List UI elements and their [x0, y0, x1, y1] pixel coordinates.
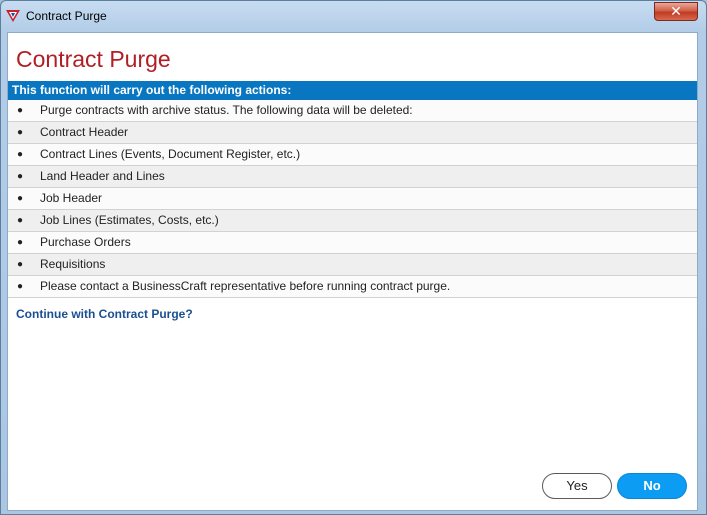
title-bar[interactable]: Contract Purge ✕	[1, 1, 706, 31]
list-item-text: Purchase Orders	[40, 235, 131, 249]
window-title: Contract Purge	[26, 9, 107, 23]
bullet-icon: ●	[17, 259, 24, 270]
bullet-icon: ●	[17, 215, 24, 226]
list-item-text: Please contact a BusinessCraft represent…	[40, 279, 451, 293]
list-item: ● Land Header and Lines	[8, 166, 697, 188]
list-item-text: Contract Lines (Events, Document Registe…	[40, 147, 301, 161]
list-item: ● Job Header	[8, 188, 697, 210]
list-item: ● Job Lines (Estimates, Costs, etc.)	[8, 210, 697, 232]
bullet-icon: ●	[17, 193, 24, 204]
bullet-icon: ●	[17, 171, 24, 182]
close-icon: ✕	[670, 3, 682, 19]
actions-list: ● Purge contracts with archive status. T…	[8, 100, 697, 298]
list-item-text: Job Lines (Estimates, Costs, etc.)	[40, 213, 219, 227]
list-item-text: Job Header	[40, 191, 103, 205]
page-title: Contract Purge	[16, 46, 171, 72]
no-button[interactable]: No	[617, 473, 687, 499]
list-item-text: Purge contracts with archive status. The…	[40, 103, 413, 117]
list-item: ● Purge contracts with archive status. T…	[8, 100, 697, 122]
bullet-icon: ●	[17, 149, 24, 160]
list-item-text: Contract Header	[40, 125, 129, 139]
bullet-icon: ●	[17, 105, 24, 116]
businesscraft-logo-icon	[6, 10, 20, 22]
list-item: ● Requisitions	[8, 254, 697, 276]
bullet-icon: ●	[17, 281, 24, 292]
list-item-text: Requisitions	[40, 257, 106, 271]
close-button[interactable]: ✕	[654, 2, 698, 21]
list-item-text: Land Header and Lines	[40, 169, 165, 183]
dialog-body: Contract Purge This function will carry …	[7, 32, 698, 511]
bullet-icon: ●	[17, 237, 24, 248]
list-item: ● Contract Header	[8, 122, 697, 144]
list-item: ● Purchase Orders	[8, 232, 697, 254]
bullet-icon: ●	[17, 127, 24, 138]
list-item: ● Contract Lines (Events, Document Regis…	[8, 144, 697, 166]
actions-banner: This function will carry out the followi…	[8, 81, 697, 100]
list-item: ● Please contact a BusinessCraft represe…	[8, 276, 697, 298]
yes-button[interactable]: Yes	[542, 473, 612, 499]
confirm-question: Continue with Contract Purge?	[16, 307, 193, 321]
contract-purge-window: Contract Purge ✕ Contract Purge This fun…	[0, 0, 707, 515]
